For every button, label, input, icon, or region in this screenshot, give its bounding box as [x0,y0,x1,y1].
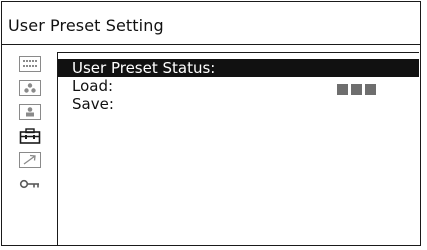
menu-item-label: Save: [72,95,114,113]
menu-item-load[interactable]: Load: [58,77,419,95]
grid-dots-icon[interactable] [19,56,41,72]
circles-icon[interactable] [19,80,41,96]
status-block [365,84,376,95]
person-icon[interactable] [19,104,41,120]
menu-item-label: Load: [72,77,114,95]
title-divider [1,44,420,45]
arrow-up-right-icon[interactable] [19,152,41,168]
toolbox-icon[interactable] [19,128,41,144]
status-block [351,84,362,95]
key-icon[interactable] [19,176,41,192]
menu-item-user-preset-status[interactable]: User Preset Status: [58,59,419,77]
menu-item-label: User Preset Status: [72,59,216,77]
settings-panel: User Preset Status: Load: Save: [57,52,419,245]
status-block [337,84,348,95]
menu-title: User Preset Setting [8,16,164,35]
menu-item-save[interactable]: Save: [58,95,419,113]
